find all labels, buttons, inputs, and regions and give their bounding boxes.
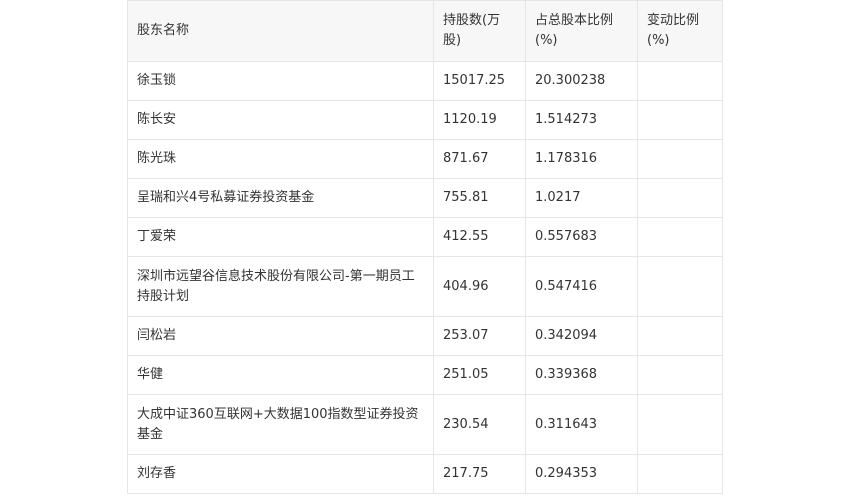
cell-shares-held: 217.75	[433, 454, 526, 494]
cell-share-ratio: 1.514273	[525, 100, 638, 140]
table-header-row: 股东名称 持股数(万股) 占总股本比例(%) 变动比例(%)	[127, 0, 723, 62]
cell-shares-held: 404.96	[433, 256, 526, 317]
cell-share-ratio: 0.547416	[525, 256, 638, 317]
table-row: 徐玉锁 15017.25 20.300238	[127, 61, 723, 101]
cell-shareholder-name: 大成中证360互联网+大数据100指数型证券投资基金	[127, 394, 434, 455]
header-share-ratio: 占总股本比例(%)	[525, 0, 638, 62]
cell-share-ratio: 1.0217	[525, 178, 638, 218]
cell-shareholder-name: 陈光珠	[127, 139, 434, 179]
table-row: 丁爱荣 412.55 0.557683	[127, 217, 723, 257]
cell-share-ratio: 20.300238	[525, 61, 638, 101]
cell-shares-held: 251.05	[433, 355, 526, 395]
table-row: 华健 251.05 0.339368	[127, 355, 723, 395]
cell-shares-held: 230.54	[433, 394, 526, 455]
cell-share-ratio: 0.342094	[525, 316, 638, 356]
header-shareholder-name: 股东名称	[127, 0, 434, 62]
table-row: 大成中证360互联网+大数据100指数型证券投资基金 230.54 0.3116…	[127, 394, 723, 455]
cell-shareholder-name: 刘存香	[127, 454, 434, 494]
table-row: 呈瑞和兴4号私募证券投资基金 755.81 1.0217	[127, 178, 723, 218]
cell-shares-held: 412.55	[433, 217, 526, 257]
cell-shareholder-name: 徐玉锁	[127, 61, 434, 101]
cell-shares-held: 15017.25	[433, 61, 526, 101]
cell-shareholder-name: 陈长安	[127, 100, 434, 140]
cell-share-ratio: 0.311643	[525, 394, 638, 455]
cell-change-ratio	[637, 178, 723, 218]
cell-shares-held: 253.07	[433, 316, 526, 356]
cell-share-ratio: 0.294353	[525, 454, 638, 494]
cell-shareholder-name: 深圳市远望谷信息技术股份有限公司-第一期员工持股计划	[127, 256, 434, 317]
cell-shares-held: 755.81	[433, 178, 526, 218]
cell-change-ratio	[637, 61, 723, 101]
cell-shareholder-name: 呈瑞和兴4号私募证券投资基金	[127, 178, 434, 218]
cell-change-ratio	[637, 316, 723, 356]
table-row: 刘存香 217.75 0.294353	[127, 454, 723, 494]
table-row: 闫松岩 253.07 0.342094	[127, 316, 723, 356]
header-change-ratio: 变动比例(%)	[637, 0, 723, 62]
cell-shareholder-name: 华健	[127, 355, 434, 395]
cell-share-ratio: 0.557683	[525, 217, 638, 257]
shareholders-table: 股东名称 持股数(万股) 占总股本比例(%) 变动比例(%) 徐玉锁 15017…	[127, 0, 723, 494]
cell-shareholder-name: 闫松岩	[127, 316, 434, 356]
header-shares-held: 持股数(万股)	[433, 0, 526, 62]
cell-shares-held: 1120.19	[433, 100, 526, 140]
cell-shares-held: 871.67	[433, 139, 526, 179]
cell-change-ratio	[637, 139, 723, 179]
table-row: 陈长安 1120.19 1.514273	[127, 100, 723, 140]
cell-shareholder-name: 丁爱荣	[127, 217, 434, 257]
cell-change-ratio	[637, 454, 723, 494]
cell-change-ratio	[637, 355, 723, 395]
cell-share-ratio: 1.178316	[525, 139, 638, 179]
cell-change-ratio	[637, 256, 723, 317]
table-row: 深圳市远望谷信息技术股份有限公司-第一期员工持股计划 404.96 0.5474…	[127, 256, 723, 317]
table-row: 陈光珠 871.67 1.178316	[127, 139, 723, 179]
cell-change-ratio	[637, 217, 723, 257]
cell-change-ratio	[637, 394, 723, 455]
cell-share-ratio: 0.339368	[525, 355, 638, 395]
cell-change-ratio	[637, 100, 723, 140]
